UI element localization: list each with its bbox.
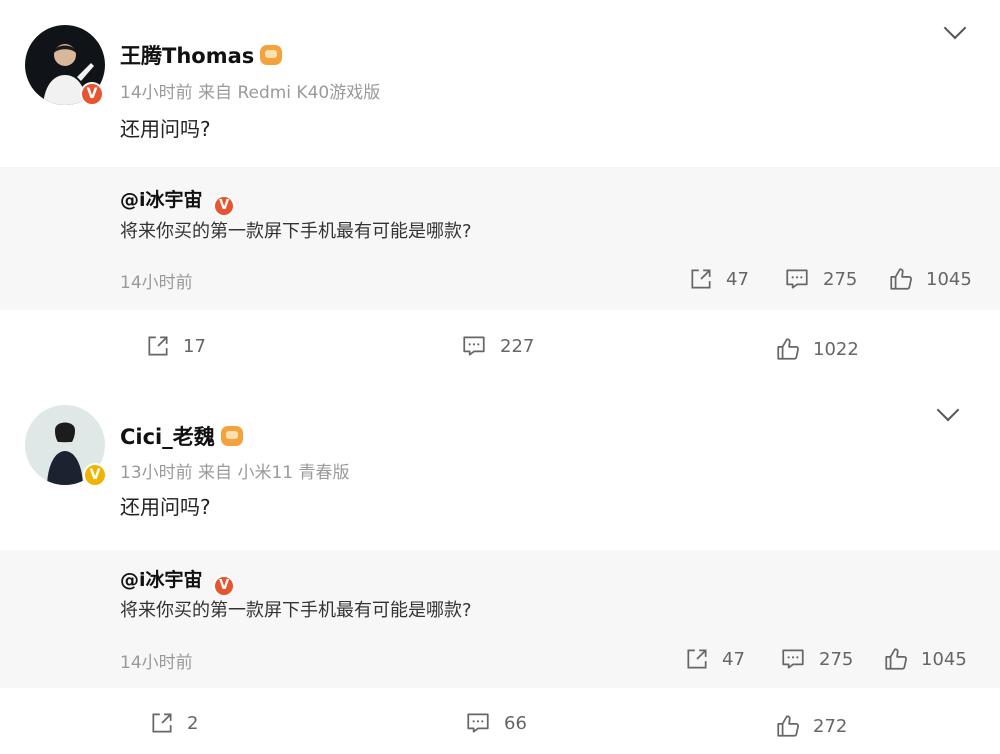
quote-author-name[interactable]: @i冰宇宙 bbox=[120, 189, 203, 211]
post-content: 还用问吗? bbox=[120, 495, 211, 519]
quote-text: 将来你买的第一款屏下手机最有可能是哪款? bbox=[120, 600, 472, 621]
vip-crown-icon bbox=[260, 45, 283, 65]
share-icon bbox=[688, 266, 714, 292]
quoted-post[interactable]: @i冰宇宙 V 将来你买的第一款屏下手机最有可能是哪款? 14小时前 47 27… bbox=[0, 167, 1000, 310]
post-author[interactable]: Cici_老魏 bbox=[120, 421, 243, 451]
share-icon bbox=[684, 646, 710, 672]
like-icon bbox=[775, 713, 801, 739]
verified-icon: V bbox=[83, 463, 107, 487]
comment-button[interactable]: 227 bbox=[460, 333, 534, 359]
repost-count: 2 bbox=[187, 712, 199, 734]
verified-icon: V bbox=[80, 82, 104, 106]
like-count: 272 bbox=[813, 715, 848, 737]
comment-icon bbox=[779, 646, 807, 672]
username-text[interactable]: 王腾Thomas bbox=[120, 44, 254, 68]
like-icon bbox=[883, 646, 909, 672]
verified-icon: V bbox=[213, 574, 236, 597]
post-content: 还用问吗? bbox=[120, 117, 211, 141]
quote-like-button[interactable]: 1045 bbox=[883, 646, 967, 672]
repost-count: 47 bbox=[722, 648, 745, 670]
like-icon bbox=[775, 336, 801, 362]
weibo-comment-feed: V 王腾Thomas 14小时前 来自 Redmi K40游戏版 还用问吗? @… bbox=[0, 0, 1000, 754]
quote-timestamp: 14小时前 bbox=[120, 653, 193, 673]
repost-count: 47 bbox=[726, 268, 749, 290]
comment-count: 275 bbox=[823, 268, 858, 290]
username-text[interactable]: Cici_老魏 bbox=[120, 425, 215, 449]
like-icon bbox=[888, 266, 914, 292]
post-meta: 14小时前 来自 Redmi K40游戏版 bbox=[120, 83, 381, 103]
repost-button[interactable]: 17 bbox=[145, 333, 206, 359]
comment-button[interactable]: 66 bbox=[464, 710, 527, 736]
quote-author[interactable]: @i冰宇宙 V bbox=[120, 565, 236, 597]
verified-icon: V bbox=[213, 194, 236, 217]
like-count: 1045 bbox=[921, 648, 967, 670]
comment-count: 275 bbox=[819, 648, 854, 670]
post: V Cici_老魏 13小时前 来自 小米11 青春版 还用问吗? @i冰宇宙 … bbox=[0, 380, 1000, 754]
comment-icon bbox=[783, 266, 811, 292]
like-button[interactable]: 272 bbox=[775, 713, 847, 739]
quote-text: 将来你买的第一款屏下手机最有可能是哪款? bbox=[120, 221, 472, 242]
comment-count: 227 bbox=[500, 335, 535, 357]
repost-count: 17 bbox=[183, 335, 206, 357]
quoted-post[interactable]: @i冰宇宙 V 将来你买的第一款屏下手机最有可能是哪款? 14小时前 47 27… bbox=[0, 550, 1000, 688]
like-count: 1045 bbox=[926, 268, 972, 290]
quote-repost-button[interactable]: 47 bbox=[688, 266, 749, 292]
quote-comment-button[interactable]: 275 bbox=[779, 646, 853, 672]
comment-icon bbox=[464, 710, 492, 736]
quote-repost-button[interactable]: 47 bbox=[684, 646, 745, 672]
share-icon bbox=[149, 710, 175, 736]
quote-like-button[interactable]: 1045 bbox=[888, 266, 972, 292]
comment-icon bbox=[460, 333, 488, 359]
quote-author[interactable]: @i冰宇宙 V bbox=[120, 185, 236, 217]
post-author[interactable]: 王腾Thomas bbox=[120, 40, 283, 70]
chevron-down-icon[interactable] bbox=[936, 398, 960, 422]
quote-comment-button[interactable]: 275 bbox=[783, 266, 857, 292]
share-icon bbox=[145, 333, 171, 359]
post: V 王腾Thomas 14小时前 来自 Redmi K40游戏版 还用问吗? @… bbox=[0, 0, 1000, 380]
quote-timestamp: 14小时前 bbox=[120, 273, 193, 293]
comment-count: 66 bbox=[504, 712, 527, 734]
post-meta: 13小时前 来自 小米11 青春版 bbox=[120, 463, 350, 483]
vip-crown-icon bbox=[220, 426, 243, 446]
like-button[interactable]: 1022 bbox=[775, 336, 859, 362]
chevron-down-icon[interactable] bbox=[943, 16, 967, 40]
like-count: 1022 bbox=[813, 338, 859, 360]
repost-button[interactable]: 2 bbox=[149, 710, 198, 736]
quote-author-name[interactable]: @i冰宇宙 bbox=[120, 569, 203, 591]
